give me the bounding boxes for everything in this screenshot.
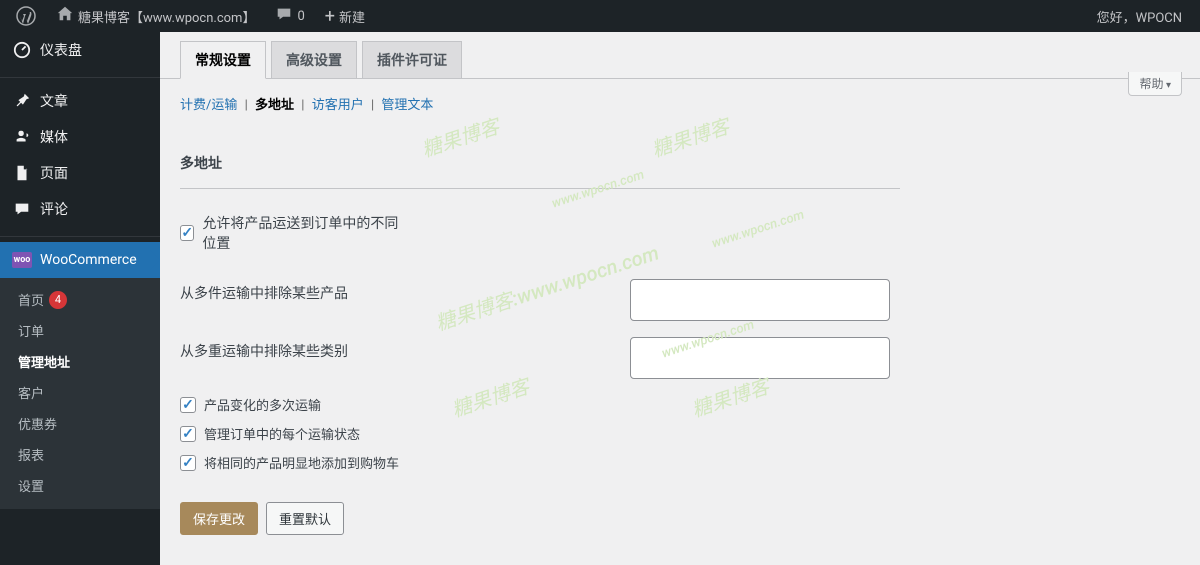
menu-label: 页面 [40,163,68,183]
submenu-label: 首页 [18,290,44,309]
comments-link[interactable]: 0 [267,0,312,32]
row-product-variation: 产品变化的多次运输 [180,395,1180,414]
submenu-settings[interactable]: 设置 [0,470,160,501]
plus-icon: + [325,6,335,27]
menu-label: 文章 [40,91,68,111]
menu-label: 评论 [40,199,68,219]
submenu-label: 管理地址 [18,352,70,371]
menu-separator [0,232,160,237]
submenu-orders[interactable]: 订单 [0,315,160,346]
row-exclude-products: 从多件运输中排除某些产品 [180,279,1180,321]
tab-license[interactable]: 插件许可证 [362,41,462,78]
menu-woocommerce[interactable]: woo WooCommerce [0,242,160,278]
exclude-products-input[interactable] [630,279,890,321]
submenu-reports[interactable]: 报表 [0,439,160,470]
menu-label: 仪表盘 [40,40,82,60]
submenu-label: 客户 [18,383,44,402]
divider [180,188,900,189]
submenu-coupons[interactable]: 优惠券 [0,408,160,439]
checkbox-shipping-status[interactable] [180,426,196,442]
menu-media[interactable]: 媒体 [0,119,160,155]
pin-icon [12,91,32,111]
field-label: 从多重运输中排除某些类别 [180,337,400,361]
comments-count: 0 [297,9,304,24]
greeting-text: 您好，WPOCN [1097,7,1182,26]
tab-advanced[interactable]: 高级设置 [271,41,357,78]
home-icon [56,5,74,28]
menu-comments[interactable]: 评论 [0,191,160,227]
help-button[interactable]: 帮助 [1128,72,1182,96]
submenu-home[interactable]: 首页 4 [0,284,160,315]
row-exclude-categories: 从多重运输中排除某些类别 [180,337,1180,379]
tab-general[interactable]: 常规设置 [180,41,266,79]
menu-pages[interactable]: 页面 [0,155,160,191]
submenu-manage-address[interactable]: 管理地址 [0,346,160,377]
row-allow-multi-location: 允许将产品运送到订单中的不同位置 [180,209,1180,263]
submenu-label: 优惠券 [18,414,57,433]
submenu-customers[interactable]: 客户 [0,377,160,408]
woocommerce-icon: woo [12,250,32,270]
checkbox-variation[interactable] [180,397,196,413]
row-manage-shipping-status: 管理订单中的每个运输状态 [180,424,1180,443]
row-add-same-product: 将相同的产品明显地添加到购物车 [180,453,1180,472]
checkbox-label: 管理订单中的每个运输状态 [204,424,360,443]
submenu-label: 订单 [18,321,44,340]
save-button[interactable]: 保存更改 [180,502,258,535]
field-label: 从多件运输中排除某些产品 [180,279,400,303]
menu-posts[interactable]: 文章 [0,83,160,119]
menu-dashboard[interactable]: 仪表盘 [0,32,160,68]
media-icon [12,127,32,147]
menu-label: 媒体 [40,127,68,147]
site-name: 糖果博客【www.wpocn.com】 [78,7,255,26]
checkbox-label: 产品变化的多次运输 [204,395,321,414]
field-control [630,337,1180,379]
nav-tabs: 常规设置 高级设置 插件许可证 [160,32,1200,79]
admin-sidebar: 仪表盘 文章 媒体 页面 评论 [0,32,160,565]
main-content: 帮助 常规设置 高级设置 插件许可证 计费/运输 | 多地址 | 访客用户 | … [160,32,1200,565]
dashboard-icon [12,40,32,60]
woocommerce-submenu: 首页 4 订单 管理地址 客户 优惠券 报表 设置 [0,278,160,509]
checkbox-label: 允许将产品运送到订单中的不同位置 [202,213,400,253]
checkbox-allow-multi[interactable] [180,225,194,241]
submenu-label: 设置 [18,476,44,495]
wordpress-logo[interactable] [8,0,44,32]
page-icon [12,163,32,183]
subnav-manage-text[interactable]: 管理文本 [381,98,433,113]
checkbox-label: 将相同的产品明显地添加到购物车 [204,453,399,472]
admin-bar-left: 糖果博客【www.wpocn.com】 0 + 新建 [8,0,373,32]
submenu-label: 报表 [18,445,44,464]
separator: | [245,98,248,113]
checkbox-same-product[interactable] [180,455,196,471]
settings-form: 多地址 允许将产品运送到订单中的不同位置 从多件运输中排除某些产品 [160,113,1200,565]
field-control [630,279,1180,321]
comments-icon [12,199,32,219]
badge-count: 4 [49,291,67,309]
separator: | [301,98,304,113]
subnav-billing-shipping[interactable]: 计费/运输 [180,98,237,113]
menu-separator [0,73,160,78]
sub-navigation: 计费/运输 | 多地址 | 访客用户 | 管理文本 [160,79,1200,113]
reset-button[interactable]: 重置默认 [266,502,344,535]
admin-bar-right[interactable]: 您好，WPOCN [1097,7,1192,26]
separator: | [371,98,374,113]
exclude-categories-input[interactable] [630,337,890,379]
admin-bar: 糖果博客【www.wpocn.com】 0 + 新建 您好，WPOCN [0,0,1200,32]
button-row: 保存更改 重置默认 [180,502,1180,535]
field-control: 允许将产品运送到订单中的不同位置 [180,209,400,263]
site-home-link[interactable]: 糖果博客【www.wpocn.com】 [48,0,263,32]
subnav-multi-address[interactable]: 多地址 [255,98,294,113]
new-content-link[interactable]: + 新建 [317,0,373,32]
menu-label: WooCommerce [40,252,137,268]
subnav-guest-user[interactable]: 访客用户 [312,98,364,113]
comment-icon [275,5,293,28]
section-title: 多地址 [180,153,1180,173]
new-label: 新建 [339,7,365,26]
